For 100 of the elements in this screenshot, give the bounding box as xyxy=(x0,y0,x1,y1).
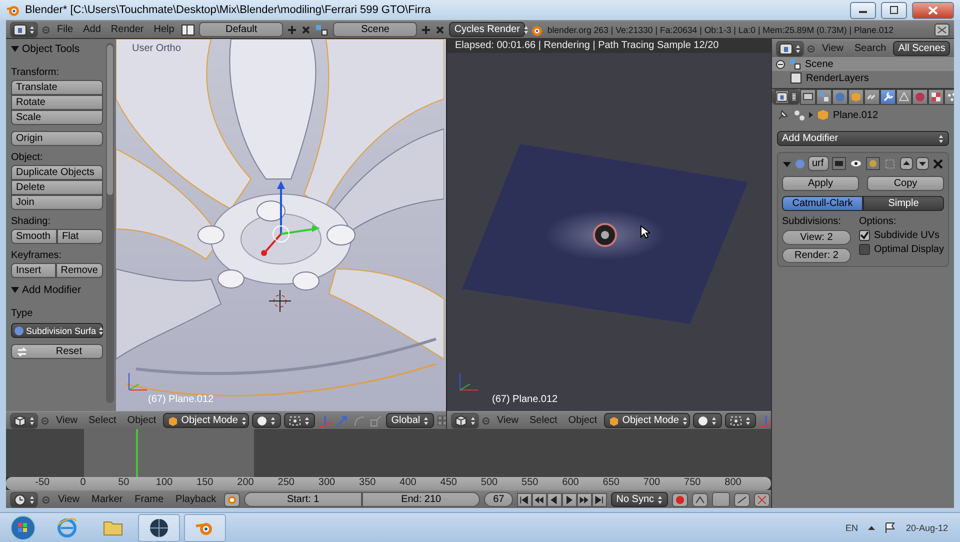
close-button[interactable] xyxy=(912,2,954,18)
panel-title[interactable]: Add Modifier xyxy=(22,284,81,296)
maximize-button[interactable] xyxy=(881,2,907,18)
next-keyframe-icon[interactable] xyxy=(577,492,592,506)
pivot-button[interactable] xyxy=(725,413,756,428)
jump-end-icon[interactable] xyxy=(592,492,608,506)
checkbox[interactable] xyxy=(858,244,870,255)
play-reverse-icon[interactable] xyxy=(547,492,562,506)
menu-item[interactable]: Help xyxy=(150,24,178,35)
menu-item[interactable]: View xyxy=(818,43,848,54)
move-up-icon[interactable] xyxy=(900,157,913,170)
editor-type-button[interactable] xyxy=(10,22,38,38)
edit-mode-icon[interactable] xyxy=(866,157,880,170)
layout-field[interactable]: Default xyxy=(199,22,284,37)
insert-keyframe-icon[interactable] xyxy=(734,492,750,506)
flag-icon[interactable] xyxy=(884,522,896,533)
menu-item[interactable]: Marker xyxy=(88,494,127,505)
render-levels-field[interactable]: Render: 2 xyxy=(782,248,851,263)
delete-keyframe-icon[interactable] xyxy=(754,492,770,506)
expanded-icon[interactable] xyxy=(776,60,785,68)
menu-item[interactable]: Select xyxy=(526,415,562,426)
object-tab-icon[interactable] xyxy=(848,89,864,105)
add-icon[interactable] xyxy=(287,24,298,34)
move-down-icon[interactable] xyxy=(916,157,929,170)
render-toggle-icon[interactable] xyxy=(832,157,846,170)
screen-layout-icon[interactable] xyxy=(181,22,196,36)
tool-button[interactable]: Duplicate Objects xyxy=(11,165,103,180)
mode-dropdown[interactable]: Object Mode xyxy=(604,413,690,428)
modifier-type-dropdown[interactable]: Subdivision Surfa xyxy=(11,323,103,338)
outliner-item[interactable]: Scene xyxy=(805,58,834,70)
start-frame-field[interactable]: Start: 1 xyxy=(244,492,362,507)
editor-type-button[interactable] xyxy=(451,412,479,428)
panel-title[interactable]: Object Tools xyxy=(22,43,80,55)
checkbox[interactable] xyxy=(858,230,870,241)
menu-item[interactable]: File xyxy=(54,24,76,35)
scene-tab-icon[interactable] xyxy=(816,89,832,105)
editor-type-button[interactable] xyxy=(10,412,38,428)
fullscreen-icon[interactable] xyxy=(934,22,950,36)
editor-type-button[interactable] xyxy=(772,89,800,105)
collapse-icon[interactable] xyxy=(482,416,490,424)
menu-item[interactable]: View xyxy=(493,415,522,426)
apply-button[interactable]: Apply xyxy=(782,176,859,191)
tool-button[interactable]: Delete xyxy=(11,180,103,195)
collapse-icon[interactable] xyxy=(41,416,49,424)
menu-item[interactable]: View xyxy=(52,415,82,426)
mode-dropdown[interactable]: Object Mode xyxy=(163,413,250,428)
modifiers-tab-icon[interactable] xyxy=(880,89,896,105)
menu-item[interactable]: Frame xyxy=(130,494,168,505)
tool-button[interactable]: Scale xyxy=(11,110,103,125)
collapse-icon[interactable] xyxy=(42,496,50,504)
tool-button[interactable]: Insert xyxy=(11,263,56,278)
constraints-tab-icon[interactable] xyxy=(864,89,880,105)
clock-date[interactable]: 20-Aug-12 xyxy=(906,522,948,532)
pin-icon[interactable] xyxy=(777,109,789,121)
tool-button[interactable]: Remove xyxy=(56,263,103,278)
previous-keyframe-icon[interactable] xyxy=(532,492,548,506)
material-tab-icon[interactable] xyxy=(912,89,928,105)
taskbar-app-button[interactable] xyxy=(138,514,180,542)
scrollbar[interactable] xyxy=(106,43,114,403)
sync-dropdown[interactable]: No Sync xyxy=(611,492,668,507)
scene-field[interactable]: Scene xyxy=(333,22,418,37)
view-levels-field[interactable]: View: 2 xyxy=(782,230,851,245)
tool-button[interactable]: Smooth xyxy=(11,229,57,244)
menu-item[interactable]: Playback xyxy=(172,494,220,505)
tool-button[interactable]: Origin xyxy=(11,131,103,146)
reset-button[interactable]: Reset xyxy=(11,344,103,359)
expanded-triangle-icon[interactable] xyxy=(11,286,19,294)
data-tab-icon[interactable] xyxy=(896,89,912,105)
keying-set-field[interactable] xyxy=(712,492,730,507)
viewport-shading-button[interactable] xyxy=(693,413,722,428)
outliner-item[interactable]: RenderLayers xyxy=(806,72,869,84)
add-icon[interactable] xyxy=(421,24,432,34)
add-modifier-dropdown[interactable]: Add Modifier xyxy=(777,131,949,146)
keying-set-icon[interactable] xyxy=(692,492,708,506)
jump-start-icon[interactable] xyxy=(517,492,532,506)
menu-item[interactable]: Add xyxy=(80,24,104,35)
menu-item[interactable]: View xyxy=(54,494,84,505)
pivot-button[interactable] xyxy=(284,413,316,428)
expanded-triangle-icon[interactable] xyxy=(11,45,19,53)
subdivision-type-tab[interactable]: Simple xyxy=(863,196,944,211)
minimize-button[interactable] xyxy=(850,2,876,18)
collapse-icon[interactable] xyxy=(42,26,50,34)
editor-type-button[interactable] xyxy=(776,40,804,56)
menu-item[interactable]: Search xyxy=(850,43,890,54)
delete-icon[interactable] xyxy=(435,24,446,34)
tool-button[interactable]: Rotate xyxy=(11,95,103,110)
copy-button[interactable]: Copy xyxy=(867,176,944,191)
current-frame-field[interactable]: 67 xyxy=(484,492,514,507)
menu-item[interactable]: Object xyxy=(564,415,602,426)
menu-item[interactable]: Object xyxy=(123,415,160,426)
close-icon[interactable] xyxy=(932,158,944,170)
language-indicator[interactable]: EN xyxy=(845,522,858,532)
subdivision-type-tab[interactable]: Catmull-Clark xyxy=(782,196,863,211)
texture-tab-icon[interactable] xyxy=(928,89,944,105)
tool-button[interactable]: Flat xyxy=(57,229,103,244)
end-frame-field[interactable]: End: 210 xyxy=(362,492,480,507)
orientation-dropdown[interactable]: Global xyxy=(386,413,434,428)
world-tab-icon[interactable] xyxy=(832,89,848,105)
record-icon[interactable] xyxy=(672,492,688,506)
collapse-icon[interactable] xyxy=(807,44,815,52)
